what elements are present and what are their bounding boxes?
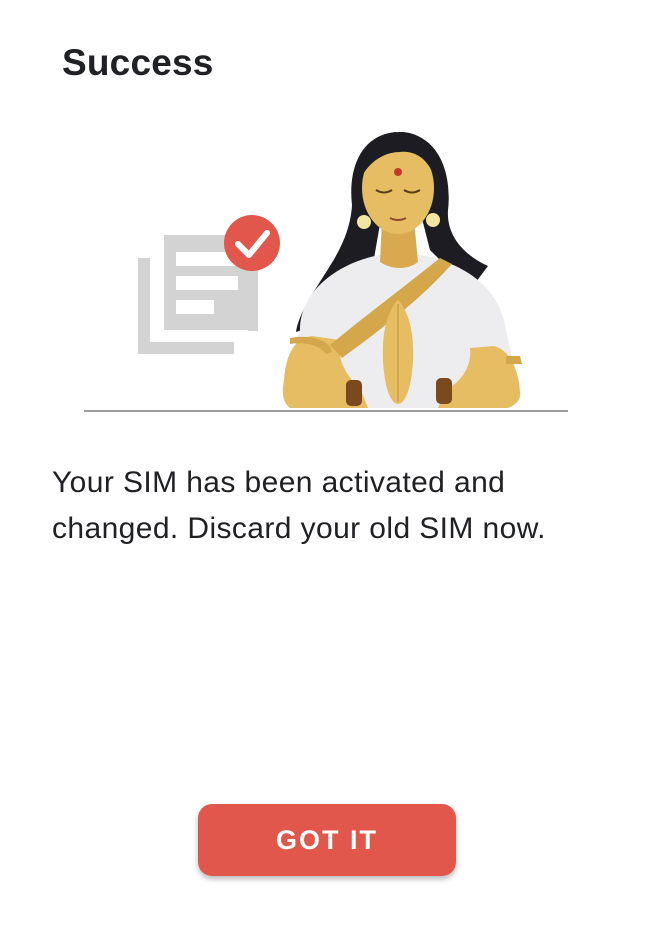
greeting-woman-illustration bbox=[282, 132, 522, 408]
got-it-button[interactable]: GOT IT bbox=[198, 804, 456, 876]
check-badge-icon bbox=[224, 215, 280, 271]
dialog-title: Success bbox=[62, 42, 214, 83]
success-illustration bbox=[84, 132, 568, 412]
success-message: Your SIM has been activated and changed.… bbox=[52, 466, 546, 545]
